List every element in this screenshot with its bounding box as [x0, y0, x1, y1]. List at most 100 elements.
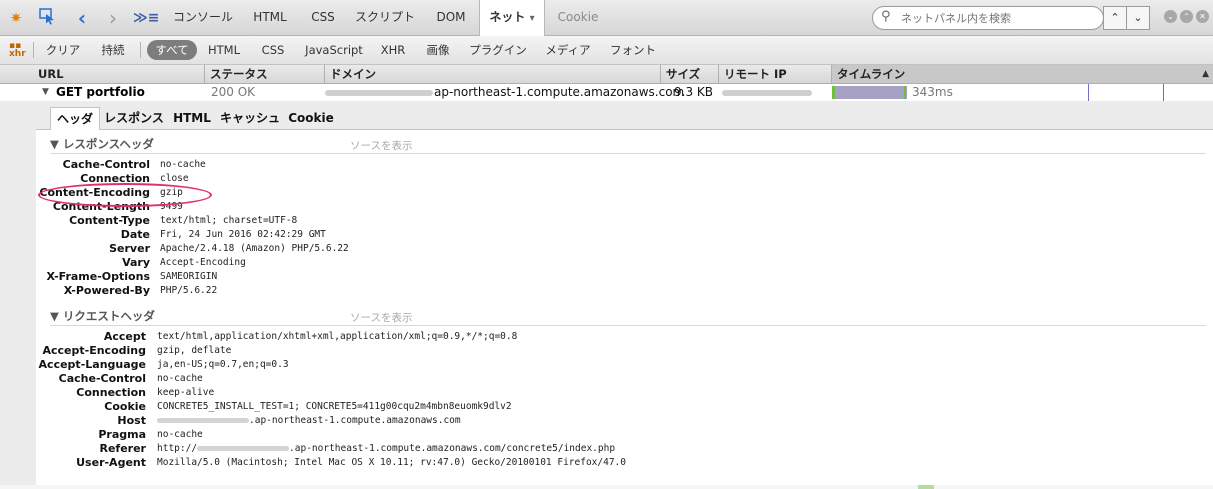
divider: [50, 325, 1206, 326]
response-headers-toggle[interactable]: ▼ レスポンスヘッダ: [50, 136, 154, 152]
expand-toggle-icon[interactable]: ▼: [42, 84, 49, 101]
header-value[interactable]: .ap-northeast-1.compute.amazonaws.com: [157, 414, 461, 428]
header-value[interactable]: no-cache: [160, 158, 206, 172]
tab-console[interactable]: コンソール: [170, 0, 236, 35]
filter-media[interactable]: メディア: [540, 40, 596, 60]
tab-net-label: ネット: [489, 10, 526, 24]
header-row: Pragma no-cache: [36, 428, 1206, 442]
tab-css[interactable]: CSS: [302, 0, 344, 35]
header-value-text: Accept-Encoding: [160, 257, 246, 268]
tab-detail-cookie[interactable]: Cookie: [288, 107, 334, 129]
header-row: Accept text/html,application/xhtml+xml,ap…: [36, 330, 1206, 344]
header-row: Content-Encoding gzip: [36, 186, 1206, 200]
collapse-arrow-icon: ▼: [50, 309, 59, 323]
header-value[interactable]: keep-alive: [157, 386, 214, 400]
header-value[interactable]: http:// .ap-northeast-1.compute.amazonaws…: [157, 442, 615, 456]
header-value[interactable]: SAMEORIGIN: [160, 270, 217, 284]
search-icon: ⚲: [881, 9, 891, 24]
column-url[interactable]: URL: [38, 65, 198, 83]
header-value[interactable]: Fri, 24 Jun 2016 02:42:29 GMT: [160, 228, 326, 242]
timeline-load-line: [1163, 84, 1164, 101]
tab-cookie[interactable]: Cookie: [550, 0, 606, 35]
maximize-icon[interactable]: ⌃: [1180, 10, 1193, 23]
header-value[interactable]: Apache/2.4.18 (Amazon) PHP/5.6.22: [160, 242, 349, 256]
search-prev-button[interactable]: ⌃: [1103, 6, 1127, 30]
column-domain[interactable]: ドメイン: [324, 65, 660, 83]
close-icon[interactable]: ✕: [1196, 10, 1209, 23]
header-value[interactable]: close: [160, 172, 189, 186]
column-timeline[interactable]: タイムライン ▲: [831, 65, 1213, 83]
header-value-text: .ap-northeast-1.compute.amazonaws.com: [249, 415, 461, 426]
minimize-icon[interactable]: ⌄: [1164, 10, 1177, 23]
header-name: Referer: [99, 442, 147, 455]
tab-html[interactable]: HTML: [246, 0, 294, 35]
clear-button[interactable]: クリア: [42, 40, 84, 60]
xhr-icon[interactable]: ▪▪ xhr: [9, 42, 26, 59]
view-source-link[interactable]: ソースを表示: [350, 310, 412, 325]
search-input[interactable]: [899, 9, 1099, 27]
firebug-icon[interactable]: ✷: [6, 8, 26, 28]
header-value[interactable]: gzip: [160, 186, 183, 200]
header-name: Content-Encoding: [39, 186, 150, 199]
header-value[interactable]: no-cache: [157, 372, 203, 386]
header-value-text: text/html,application/xhtml+xml,applicat…: [157, 331, 518, 342]
persist-button[interactable]: 持続: [94, 40, 132, 60]
command-line-icon[interactable]: ≫≡: [133, 8, 159, 28]
filter-javascript[interactable]: JavaScript: [302, 40, 366, 60]
header-value-text: text/html; charset=UTF-8: [160, 215, 298, 226]
column-size[interactable]: サイズ: [660, 65, 718, 83]
header-row: Date Fri, 24 Jun 2016 02:42:29 GMT: [36, 228, 1206, 242]
tab-net[interactable]: ネット ▾: [479, 0, 545, 36]
header-row: Connection keep-alive: [36, 386, 1206, 400]
tab-detail-html[interactable]: HTML: [172, 107, 212, 129]
header-value[interactable]: text/html,application/xhtml+xml,applicat…: [157, 330, 517, 344]
tab-headers[interactable]: ヘッダ: [50, 107, 100, 131]
forward-icon[interactable]: ›: [103, 8, 123, 28]
header-row: Accept-Language ja,en-US;q=0.7,en;q=0.3: [36, 358, 1206, 372]
inspect-element-icon[interactable]: [38, 8, 58, 28]
request-headers-toggle[interactable]: ▼ リクエストヘッダ: [50, 308, 155, 324]
header-value[interactable]: 9499: [160, 200, 183, 214]
header-value[interactable]: CONCRETE5_INSTALL_TEST=1; CONCRETE5=411g…: [157, 400, 512, 414]
header-value[interactable]: text/html; charset=UTF-8: [160, 214, 297, 228]
timeline-bar: [832, 86, 907, 99]
header-value-text: SAMEORIGIN: [160, 271, 218, 282]
column-status[interactable]: ステータス: [204, 65, 325, 83]
back-icon[interactable]: ‹: [72, 8, 92, 28]
view-source-link[interactable]: ソースを表示: [350, 138, 412, 153]
filter-css[interactable]: CSS: [256, 40, 290, 60]
header-name: Vary: [122, 256, 150, 269]
filter-plugins[interactable]: プラグイン: [466, 40, 530, 60]
column-header: URL ステータス ドメイン サイズ リモート IP タイムライン ▲: [0, 65, 1213, 84]
header-value[interactable]: ja,en-US;q=0.7,en;q=0.3: [157, 358, 289, 372]
redacted-host: [157, 418, 249, 423]
divider: [140, 42, 141, 58]
header-value[interactable]: Accept-Encoding: [160, 256, 246, 270]
header-name: Content-Length: [52, 200, 150, 213]
filter-xhr[interactable]: XHR: [376, 40, 410, 60]
filter-images[interactable]: 画像: [420, 40, 456, 60]
tab-dom[interactable]: DOM: [428, 0, 474, 35]
header-row: Server Apache/2.4.18 (Amazon) PHP/5.6.22: [36, 242, 1206, 256]
tab-response[interactable]: レスポンス: [104, 107, 164, 129]
request-row[interactable]: ▼ GET portfolio 200 OK ap-northeast-1.co…: [0, 84, 1213, 101]
column-remote-ip[interactable]: リモート IP: [718, 65, 830, 83]
header-value[interactable]: PHP/5.6.22: [160, 284, 217, 298]
request-details: ヘッダ レスポンス HTML キャッシュ Cookie ▼ レスポンスヘッダ ソ…: [0, 101, 1213, 489]
chevron-down-icon[interactable]: ▾: [530, 13, 535, 24]
header-value[interactable]: no-cache: [157, 428, 203, 442]
search-box[interactable]: ⚲: [872, 6, 1104, 30]
header-name: Connection: [80, 172, 150, 185]
filter-html[interactable]: HTML: [204, 40, 244, 60]
header-value[interactable]: Mozilla/5.0 (Macintosh; Intel Mac OS X 1…: [157, 456, 626, 470]
header-row: User-Agent Mozilla/5.0 (Macintosh; Intel …: [36, 456, 1206, 470]
tab-script[interactable]: スクリプト: [352, 0, 418, 35]
tab-cache[interactable]: キャッシュ: [220, 107, 280, 129]
filter-all[interactable]: すべて: [147, 40, 197, 60]
header-value[interactable]: gzip, deflate: [157, 344, 231, 358]
header-name: Content-Type: [69, 214, 150, 227]
timeline-dom-content-line: [1088, 84, 1089, 101]
header-row: Vary Accept-Encoding: [36, 256, 1206, 270]
search-next-button[interactable]: ⌄: [1126, 6, 1150, 30]
filter-fonts[interactable]: フォント: [606, 40, 660, 60]
